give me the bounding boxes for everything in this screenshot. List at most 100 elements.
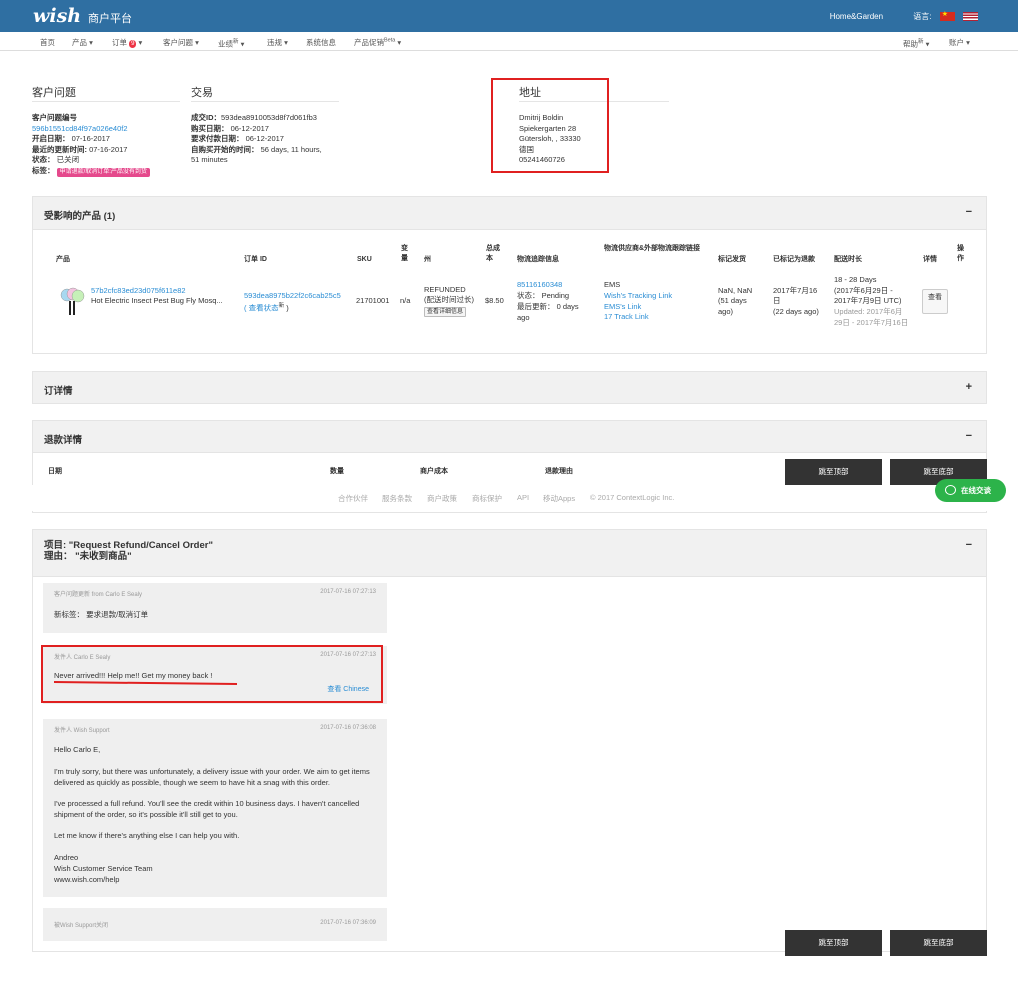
nav-help-label: 帮助 [903, 39, 918, 49]
ticket-id-label: 客户问题编号 [32, 113, 77, 122]
delivery-1: 18 - 28 Days [834, 275, 877, 284]
nav-customer-issues[interactable]: 客户问题 ▾ [163, 37, 199, 48]
col-state: 州 [424, 256, 431, 263]
footer-partners[interactable]: 合作伙伴 [338, 493, 368, 504]
store-name[interactable]: Home&Garden [830, 12, 883, 21]
delivery-3: 2017年7月9日 UTC) [834, 296, 902, 305]
transaction-section-title: 交易 [191, 87, 213, 99]
col-refunded: 已标记为退款 [773, 256, 815, 263]
perf-new-sup: 新 [233, 39, 239, 45]
col-tracking: 物流追踪信息 [517, 256, 559, 263]
wish-tracking-link[interactable]: Wish's Tracking Link [604, 291, 672, 302]
live-chat-button[interactable]: 在线交谈 [935, 479, 1006, 502]
17track-link-text[interactable]: 17 Track Link [604, 312, 649, 321]
view-status-link[interactable]: ( 查看状态新 ) [244, 301, 289, 314]
product-id-link[interactable]: 57b2cfc83ed23d075f611e82 [91, 286, 186, 297]
order-id-text[interactable]: 593dea8975b22f2c6cab25c5 [244, 291, 341, 300]
order-detail-panel[interactable]: 订详情 + [32, 371, 987, 404]
refund-detail-header[interactable]: 退款详情 − [33, 421, 986, 453]
carrier-name: EMS [604, 280, 621, 289]
state-detail-button-wrap: 查看详细信息 [424, 306, 467, 317]
china-flag-icon[interactable] [939, 10, 955, 21]
refund-col-cost: 商户成本 [420, 468, 448, 475]
delivery-5: 29日 - 2017年7月16日 [834, 318, 909, 327]
refund-col-reason: 退款理由 [545, 468, 573, 475]
message-from: 客户问题更新 from Carlo E Sealy [54, 592, 143, 598]
message-signature-url: www.wish.com/help [54, 875, 120, 884]
collapse-toggle[interactable]: − [966, 206, 972, 218]
promo-beta-sup: Beta [384, 37, 396, 44]
product-thumbnail[interactable] [58, 285, 86, 317]
marked-shipped-1: NaN, NaN [718, 286, 753, 295]
tracking-number-link[interactable]: 85116160348 [517, 280, 562, 291]
col-sku: SKU [357, 256, 372, 263]
delivery-4: Updated: 2017年6月 [834, 307, 903, 316]
language-label: 语言: [913, 12, 932, 21]
nav-issues-label: 客户问题 [163, 38, 193, 47]
jump-bottom-button-bottom[interactable]: 跳至底部 [890, 930, 987, 956]
col-actions: 操作 [957, 245, 964, 262]
marked-shipped-3: ago) [718, 307, 734, 316]
wish-logo[interactable]: wish [33, 5, 81, 27]
view-details-button[interactable]: 查看详细信息 [424, 307, 467, 317]
ticket-id-link[interactable]: 596b1551cd84f97a026e40f2 [32, 124, 128, 133]
since-label: 自购买开始的时间： [191, 144, 259, 154]
col-details: 详情 [923, 256, 937, 263]
nav-account[interactable]: 账户 ▾ [949, 37, 970, 48]
nav-orders[interactable]: 订单 9 ▾ [112, 37, 142, 48]
nav-violations[interactable]: 违规 ▾ [267, 37, 288, 48]
updated-date: 07-16-2017 [89, 144, 128, 154]
ticket-state: 已关闭 [56, 155, 80, 165]
wish-tracking-text[interactable]: Wish's Tracking Link [604, 291, 672, 300]
ems-link[interactable]: EMS's Link [604, 302, 641, 313]
order-id-link[interactable]: 593dea8975b22f2c6cab25c5 [244, 291, 341, 302]
nav-home[interactable]: 首页 [40, 37, 55, 48]
us-flag-icon[interactable] [963, 12, 978, 21]
nav-promo-label: 产品促销 [354, 38, 384, 47]
pay-date: 06-12-2017 [245, 134, 284, 144]
issue-header[interactable]: 项目: "Request Refund/Cancel Order" 理由： "未… [33, 530, 986, 577]
product-id-text[interactable]: 57b2cfc83ed23d075f611e82 [91, 286, 186, 295]
ems-link-text[interactable]: EMS's Link [604, 302, 641, 311]
chat-bubble-icon [945, 485, 956, 495]
col-carrier: 物流供应商&外部物流跟踪链接 [604, 245, 701, 252]
footer-terms[interactable]: 服务条款 [382, 493, 412, 504]
expand-toggle[interactable]: + [966, 381, 972, 393]
refund-detail-title: 退款详情 [44, 435, 83, 446]
nav-help[interactable]: 帮助新 ▾ [903, 37, 929, 50]
nav-system-info[interactable]: 系统信息 [306, 37, 336, 48]
footer-brand[interactable]: 商标保护 [472, 493, 502, 504]
footer-policy[interactable]: 商户政策 [427, 493, 457, 504]
state-label: 状态： [32, 155, 55, 165]
17track-link[interactable]: 17 Track Link [604, 312, 649, 323]
footer-api[interactable]: API [517, 493, 529, 502]
nav-products[interactable]: 产品 ▾ [72, 37, 93, 48]
nav-promotions[interactable]: 产品促销Beta ▾ [354, 37, 401, 48]
jump-top-button[interactable]: 跳至顶部 [785, 459, 882, 485]
nav-performance[interactable]: 业绩新 ▾ [218, 37, 244, 50]
buy-date-label: 购买日期： [191, 123, 229, 133]
customer-message-highlight-box [41, 645, 383, 703]
tracking-number-text[interactable]: 85116160348 [517, 280, 562, 289]
ticket-section-title: 客户问题 [32, 87, 76, 99]
view-detail-button[interactable]: 查看 [922, 289, 948, 314]
collapse-toggle[interactable]: − [966, 430, 972, 442]
refund-col-date: 日期 [48, 468, 62, 475]
footer-apps[interactable]: 移动Apps [543, 493, 575, 504]
message-from: 被Wish Support关闭 [54, 923, 109, 929]
view-status-text[interactable]: ( 查看状态 [244, 304, 279, 313]
message-time: 2017-07-16 07:36:08 [320, 725, 376, 731]
jump-top-button-bottom[interactable]: 跳至顶部 [785, 930, 882, 956]
address-highlight-box [491, 78, 609, 173]
affected-products-header[interactable]: 受影响的产品 (1) − [33, 197, 986, 230]
nav-viol-label: 违规 [267, 38, 282, 47]
order-detail-title: 订详情 [44, 386, 73, 397]
platform-title: 商户平台 [88, 13, 132, 25]
refunded-2: 日 [773, 296, 781, 305]
product-name: Hot Electric Insect Pest Bug Fly Mosq... [91, 296, 223, 305]
live-chat-label: 在线交谈 [961, 486, 991, 495]
state-value: REFUNDED [424, 285, 466, 294]
collapse-toggle[interactable]: − [966, 539, 972, 551]
tracking-updated: 最后更新： 0 days [517, 302, 579, 311]
txn-id: 593dea8910053d8f7d061fb3 [221, 113, 317, 122]
